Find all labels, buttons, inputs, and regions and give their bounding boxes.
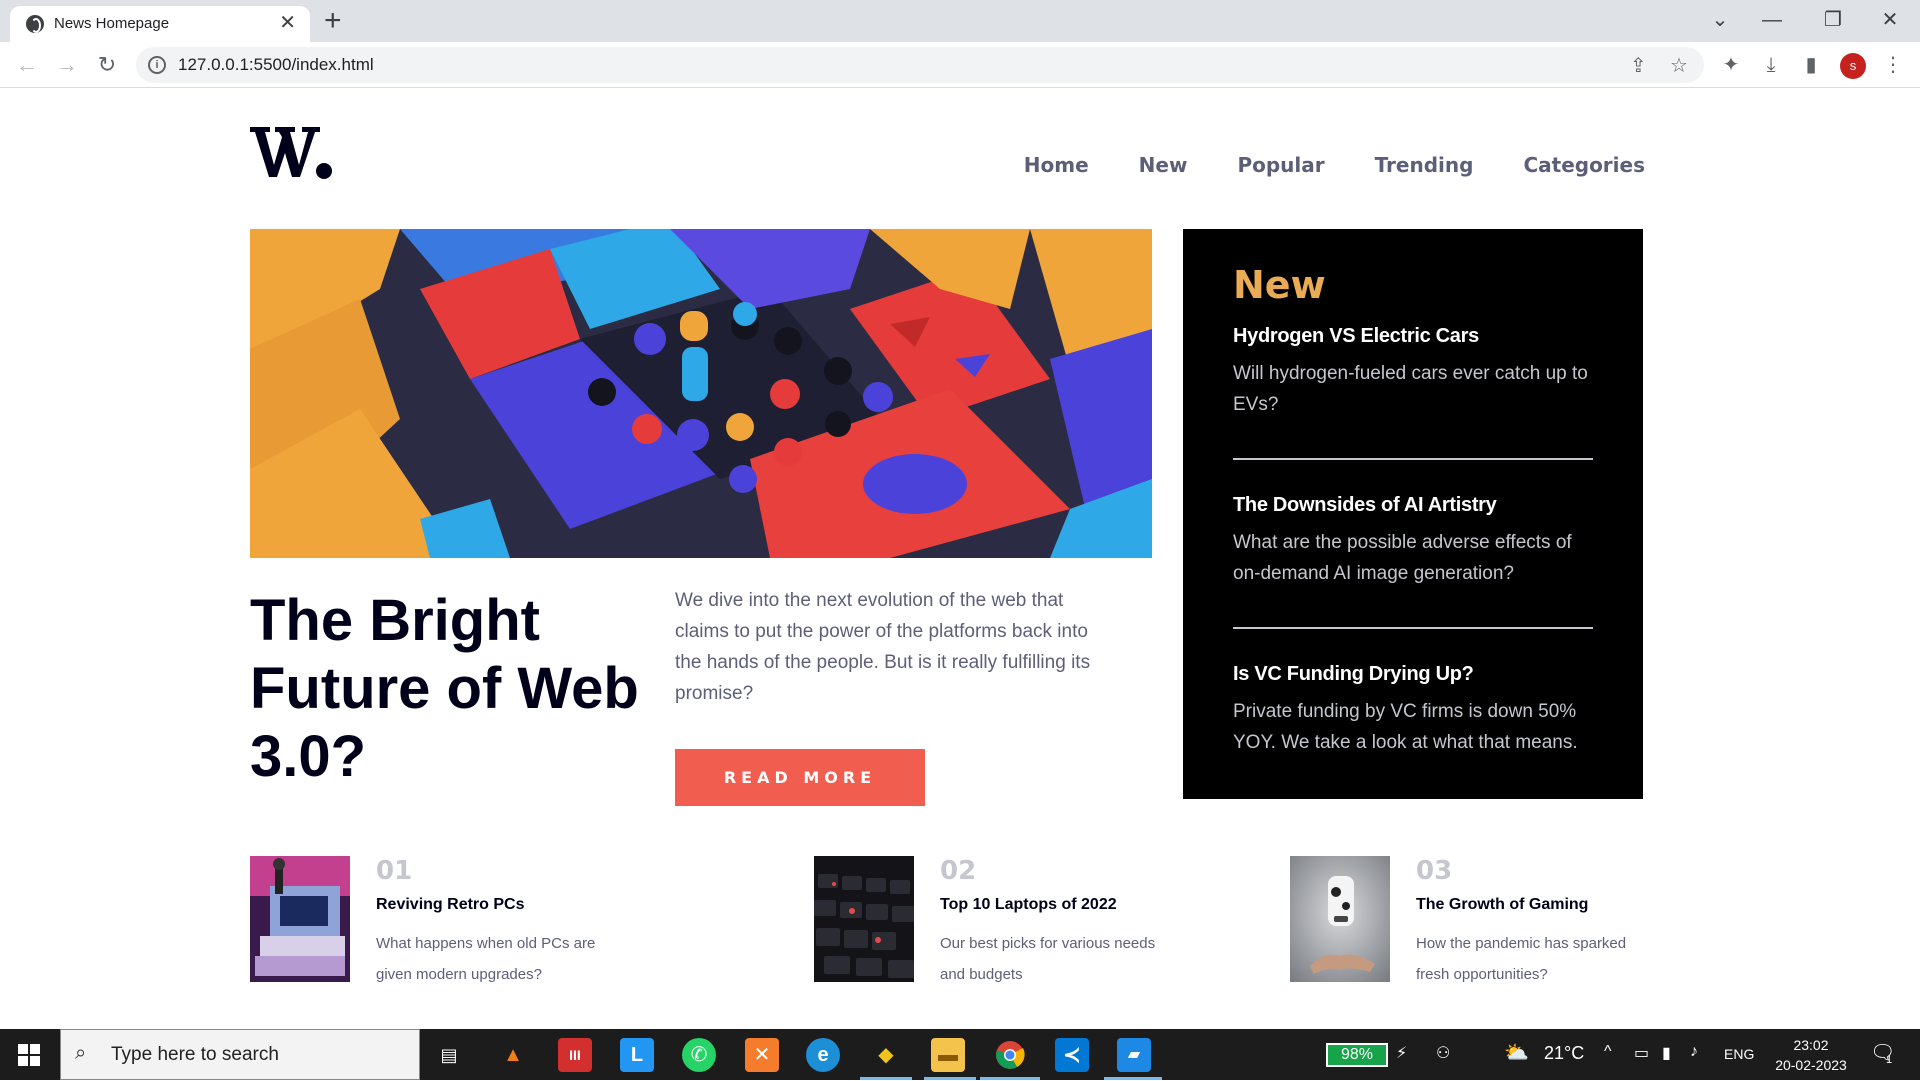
- divider: [1233, 458, 1593, 460]
- extensions-icon[interactable]: ✦: [1716, 50, 1746, 80]
- article-title[interactable]: Reviving Retro PCs: [376, 896, 524, 914]
- article-number: 02: [940, 856, 977, 886]
- new-section-heading: New: [1233, 263, 1326, 307]
- restore-button[interactable]: ❐: [1813, 6, 1853, 34]
- new-item[interactable]: The Downsides of AI Artistry What are th…: [1233, 494, 1593, 589]
- site-info-icon[interactable]: i: [148, 56, 166, 74]
- nav-new[interactable]: New: [1139, 153, 1188, 177]
- article-card[interactable]: 01 Reviving Retro PCs What happens when …: [250, 856, 730, 983]
- bookmark-star-icon[interactable]: ☆: [1670, 53, 1688, 78]
- article-text: How the pandemic has sparked fresh oppor…: [1416, 935, 1627, 983]
- read-more-button[interactable]: READ MORE: [675, 749, 925, 806]
- share-icon[interactable]: ⇪: [1630, 53, 1647, 78]
- people-icon[interactable]: ⚇: [1436, 1043, 1450, 1063]
- task-view-icon[interactable]: ▤: [432, 1038, 466, 1072]
- main-nav: Home New Popular Trending Categories: [1024, 153, 1645, 177]
- battery-indicator[interactable]: 98%: [1326, 1043, 1388, 1067]
- minimize-button[interactable]: —: [1752, 6, 1792, 34]
- site-logo[interactable]: [250, 123, 334, 181]
- divider: [1233, 627, 1593, 629]
- new-item[interactable]: Hydrogen VS Electric Cars Will hydrogen-…: [1233, 325, 1593, 420]
- new-item-text: Will hydrogen-fueled cars ever catch up …: [1233, 363, 1588, 415]
- photos-icon[interactable]: ▰: [1117, 1038, 1151, 1072]
- menu-kebab-icon[interactable]: ⋮: [1878, 50, 1908, 80]
- new-tab-button[interactable]: +: [324, 4, 342, 38]
- network-icon[interactable]: ▭: [1634, 1043, 1649, 1063]
- back-arrow-icon[interactable]: ←: [12, 50, 42, 80]
- browser-tab[interactable]: News Homepage ✕: [10, 6, 310, 42]
- address-toolbar: ← → ↻ i 127.0.0.1:5500/index.html ⇪ ☆ ✦ …: [0, 42, 1920, 88]
- globe-icon: [26, 15, 44, 33]
- new-item-title[interactable]: Is VC Funding Drying Up?: [1233, 663, 1593, 686]
- notification-count: 1: [1886, 1054, 1893, 1066]
- tab-close-icon[interactable]: ✕: [279, 12, 296, 34]
- search-icon: ⌕: [75, 1042, 87, 1064]
- edge-icon[interactable]: e: [806, 1038, 840, 1072]
- vscode-icon[interactable]: ≺: [1055, 1038, 1089, 1072]
- windows-taskbar: ⌕ Type here to search ▤ ▲ III L ✆ ✕ e ◆ …: [0, 1029, 1920, 1080]
- temperature[interactable]: 21°C: [1544, 1043, 1584, 1064]
- windows-start-icon[interactable]: [18, 1044, 40, 1066]
- tab-search-icon[interactable]: ⌄: [1700, 6, 1740, 34]
- chevron-up-icon[interactable]: ^: [1604, 1043, 1612, 1061]
- vlc-icon[interactable]: ▲: [496, 1038, 530, 1072]
- volume-icon[interactable]: ♪: [1690, 1043, 1698, 1061]
- xampp-icon[interactable]: ✕: [745, 1038, 779, 1072]
- article-card[interactable]: 02 Top 10 Laptops of 2022 Our best picks…: [814, 856, 1294, 983]
- article-thumbnail-laptop[interactable]: [814, 856, 914, 982]
- web-page: Home New Popular Trending Categories The…: [0, 89, 1920, 1029]
- reload-icon[interactable]: ↻: [92, 50, 122, 80]
- url-text[interactable]: 127.0.0.1:5500/index.html: [178, 55, 374, 75]
- app-icon-diamond[interactable]: ◆: [869, 1038, 903, 1072]
- clock-time: 23:02: [1793, 1037, 1829, 1053]
- whatsapp-icon[interactable]: ✆: [682, 1038, 716, 1072]
- address-bar[interactable]: i 127.0.0.1:5500/index.html ⇪ ☆: [136, 47, 1704, 83]
- file-explorer-icon[interactable]: ▬: [931, 1038, 965, 1072]
- profile-avatar[interactable]: s: [1840, 53, 1866, 79]
- article-card[interactable]: 03 The Growth of Gaming How the pandemic…: [1290, 856, 1770, 983]
- weather-icon[interactable]: ⛅: [1504, 1040, 1529, 1065]
- tab-title: News Homepage: [54, 15, 170, 32]
- new-item-text: What are the possible adverse effects of…: [1233, 532, 1572, 584]
- search-placeholder[interactable]: Type here to search: [111, 1044, 279, 1066]
- new-item-title[interactable]: The Downsides of AI Artistry: [1233, 494, 1593, 517]
- new-item-text: Private funding by VC firms is down 50% …: [1233, 701, 1578, 753]
- article-title[interactable]: The Growth of Gaming: [1416, 896, 1588, 914]
- article-thumbnail-gaming[interactable]: [1290, 856, 1390, 982]
- new-item-title[interactable]: Hydrogen VS Electric Cars: [1233, 325, 1593, 348]
- new-item[interactable]: Is VC Funding Drying Up? Private funding…: [1233, 663, 1593, 758]
- window-close-button[interactable]: ✕: [1870, 6, 1910, 34]
- article-thumbnail-retro-pc[interactable]: [250, 856, 350, 982]
- nav-trending[interactable]: Trending: [1375, 153, 1474, 177]
- clock-date: 20-02-2023: [1775, 1057, 1847, 1073]
- article-text: What happens when old PCs are given mode…: [376, 935, 596, 983]
- article-title[interactable]: Top 10 Laptops of 2022: [940, 896, 1117, 914]
- article-number: 03: [1416, 856, 1453, 886]
- hero-title: The Bright Future of Web 3.0?: [250, 588, 639, 789]
- download-icon[interactable]: ⤓: [1756, 50, 1786, 80]
- article-text: Our best picks for various needs and bud…: [940, 935, 1156, 983]
- language-indicator[interactable]: ENG: [1724, 1046, 1754, 1062]
- nav-home[interactable]: Home: [1024, 153, 1089, 177]
- taskbar-search-box[interactable]: ⌕ Type here to search: [60, 1029, 420, 1080]
- forward-arrow-icon[interactable]: →: [52, 50, 82, 80]
- nav-popular[interactable]: Popular: [1237, 153, 1324, 177]
- nav-categories[interactable]: Categories: [1523, 153, 1645, 177]
- article-number: 01: [376, 856, 413, 886]
- hero-description: We dive into the next evolution of the w…: [675, 590, 1091, 704]
- browser-tab-strip: News Homepage ✕ + ⌄ — ❐ ✕: [0, 0, 1920, 42]
- chrome-icon[interactable]: [993, 1038, 1027, 1072]
- app-icon-l[interactable]: L: [620, 1038, 654, 1072]
- battery-icon[interactable]: ▮: [1662, 1043, 1671, 1063]
- new-section: New Hydrogen VS Electric Cars Will hydro…: [1183, 229, 1643, 799]
- hero-image: [250, 229, 1152, 558]
- side-panel-icon[interactable]: ▮: [1796, 50, 1826, 80]
- taskbar-clock[interactable]: 23:02 20-02-2023: [1766, 1035, 1856, 1075]
- app-icon-red[interactable]: III: [558, 1038, 592, 1072]
- charging-icon[interactable]: ⚡: [1396, 1043, 1407, 1063]
